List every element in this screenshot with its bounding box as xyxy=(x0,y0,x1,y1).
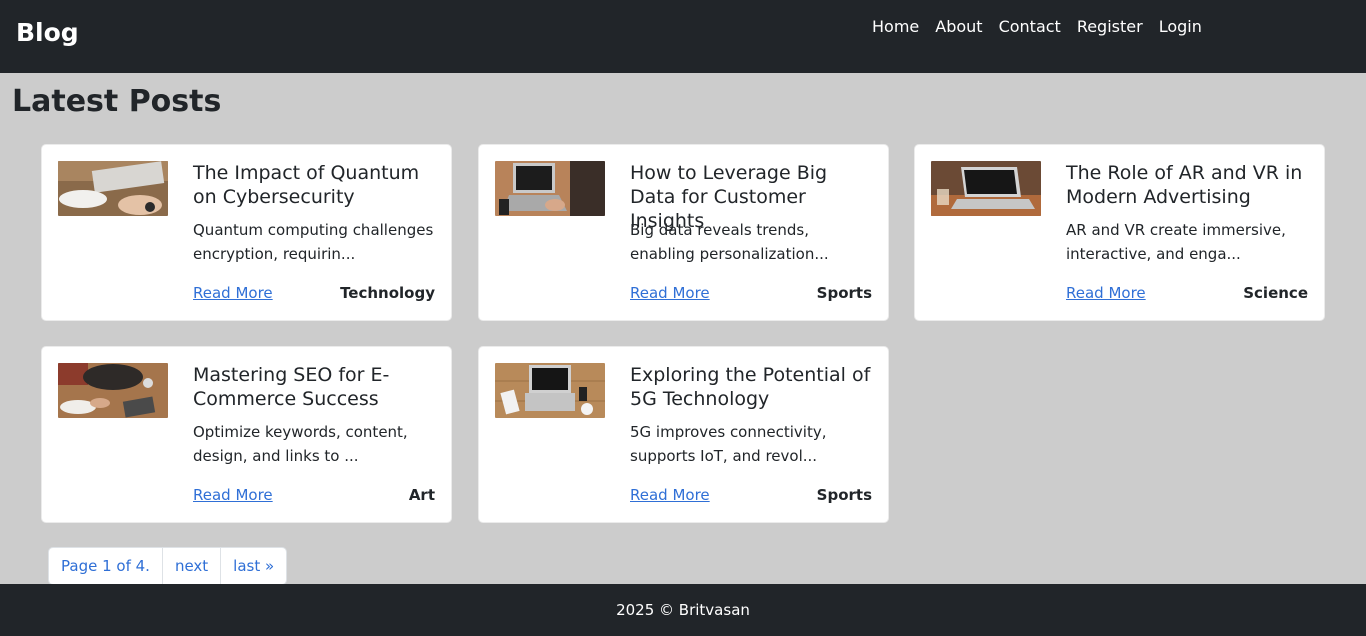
post-excerpt: Quantum computing challenges encryption,… xyxy=(193,221,434,263)
pagination: Page 1 of 4. next last » xyxy=(48,547,288,585)
nav-links: Home About Contact Register Login xyxy=(864,15,1210,39)
post-thumbnail xyxy=(495,161,605,216)
post-category: Art xyxy=(408,486,435,504)
read-more-link[interactable]: Read More xyxy=(193,483,273,507)
post-excerpt: Optimize keywords, content, design, and … xyxy=(193,423,408,465)
post-excerpt: Big data reveals trends, enabling person… xyxy=(630,221,829,263)
read-more-link[interactable]: Read More xyxy=(193,281,273,305)
page-indicator[interactable]: Page 1 of 4. xyxy=(49,548,163,584)
nav-link-contact[interactable]: Contact xyxy=(991,15,1069,39)
footer-copyright: 2025 © Britvasan xyxy=(616,601,750,619)
post-thumbnail xyxy=(931,161,1041,216)
post-thumbnail xyxy=(495,363,605,418)
post-title: Exploring the Potential of 5G Technology xyxy=(630,364,871,410)
post-title: The Impact of Quantum on Cybersecurity xyxy=(193,162,420,208)
post-category: Sports xyxy=(816,284,872,302)
page-title: Latest Posts xyxy=(12,84,222,119)
post-card: The Impact of Quantum on Cybersecurity Q… xyxy=(41,144,452,321)
post-title: The Role of AR and VR in Modern Advertis… xyxy=(1066,162,1303,208)
nav-link-home[interactable]: Home xyxy=(864,15,927,39)
post-card: Exploring the Potential of 5G Technology… xyxy=(478,346,889,523)
nav-link-about[interactable]: About xyxy=(927,15,990,39)
post-card: The Role of AR and VR in Modern Advertis… xyxy=(914,144,1325,321)
last-page-link[interactable]: last » xyxy=(221,548,286,584)
post-category: Technology xyxy=(340,284,435,302)
post-excerpt: 5G improves connectivity, supports IoT, … xyxy=(630,423,827,465)
post-category: Sports xyxy=(816,486,872,504)
read-more-link[interactable]: Read More xyxy=(1066,281,1146,305)
footer: 2025 © Britvasan xyxy=(0,584,1366,636)
post-card: Mastering SEO for E-Commerce Success Opt… xyxy=(41,346,452,523)
post-category: Science xyxy=(1243,284,1308,302)
nav-link-login[interactable]: Login xyxy=(1151,15,1210,39)
post-card: How to Leverage Big Data for Customer In… xyxy=(478,144,889,321)
next-page-link[interactable]: next xyxy=(163,548,222,584)
post-thumbnail xyxy=(58,363,168,418)
post-title: Mastering SEO for E-Commerce Success xyxy=(193,364,390,410)
navbar: Blog Home About Contact Register Login xyxy=(0,0,1366,73)
read-more-link[interactable]: Read More xyxy=(630,281,710,305)
post-excerpt: AR and VR create immersive, interactive,… xyxy=(1066,221,1286,263)
post-thumbnail xyxy=(58,161,168,216)
read-more-link[interactable]: Read More xyxy=(630,483,710,507)
nav-link-register[interactable]: Register xyxy=(1069,15,1151,39)
brand-logo[interactable]: Blog xyxy=(16,16,79,50)
